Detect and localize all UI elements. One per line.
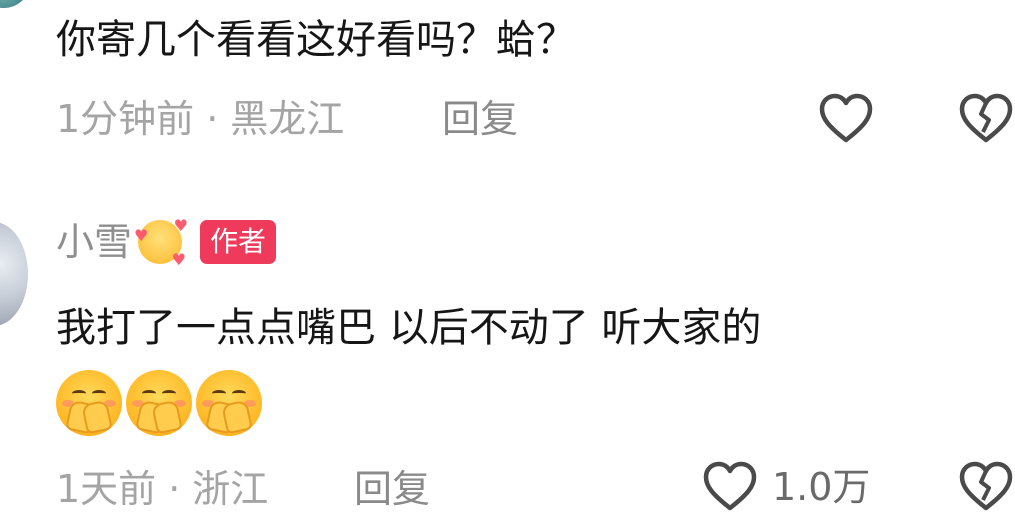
like-button-author[interactable]: 1.0万: [702, 460, 870, 514]
heart-outline-icon: [703, 461, 757, 511]
broken-heart-icon: [959, 93, 1013, 143]
comment-text-top: 你寄几个看看这好看吗？蛤？: [56, 17, 576, 63]
dislike-button-top[interactable]: [958, 92, 1014, 146]
emoji-row: [56, 370, 262, 436]
comment-time: 1天前: [56, 467, 157, 511]
reply-button-author[interactable]: 回复: [354, 470, 430, 508]
like-count: 1.0万: [772, 465, 871, 509]
comment-meta-author: 1天前 · 浙江: [56, 470, 268, 508]
reply-button-top[interactable]: 回复: [442, 100, 518, 138]
comment-text-author: 我打了一点点嘴巴 以后不动了 听大家的: [56, 305, 762, 351]
comment-location: 浙江: [192, 467, 269, 511]
smiling-face-with-hearts-emoji: ♥ ♥ ♥: [134, 216, 189, 269]
avatar-top-commenter[interactable]: [0, 0, 30, 8]
comment-meta-top: 1分钟前 · 黑龙江: [56, 100, 344, 138]
comment-location: 黑龙江: [230, 97, 345, 141]
avatar-author[interactable]: [0, 222, 28, 326]
broken-heart-icon: [959, 461, 1013, 511]
username[interactable]: 小雪: [56, 223, 132, 261]
comment-time: 1分钟前: [56, 97, 195, 141]
hands-over-mouth-emoji: [56, 370, 122, 436]
comment-header-author: 小雪 ♥ ♥ ♥ 作者: [56, 216, 277, 269]
dislike-button-author[interactable]: [958, 460, 1014, 514]
heart-outline-icon: [819, 93, 873, 143]
hands-over-mouth-emoji: [126, 370, 192, 436]
hands-over-mouth-emoji: [196, 370, 262, 436]
meta-separator: ·: [168, 467, 181, 511]
meta-separator: ·: [206, 97, 219, 141]
author-badge: 作者: [200, 220, 277, 264]
like-button-top[interactable]: [818, 92, 874, 146]
